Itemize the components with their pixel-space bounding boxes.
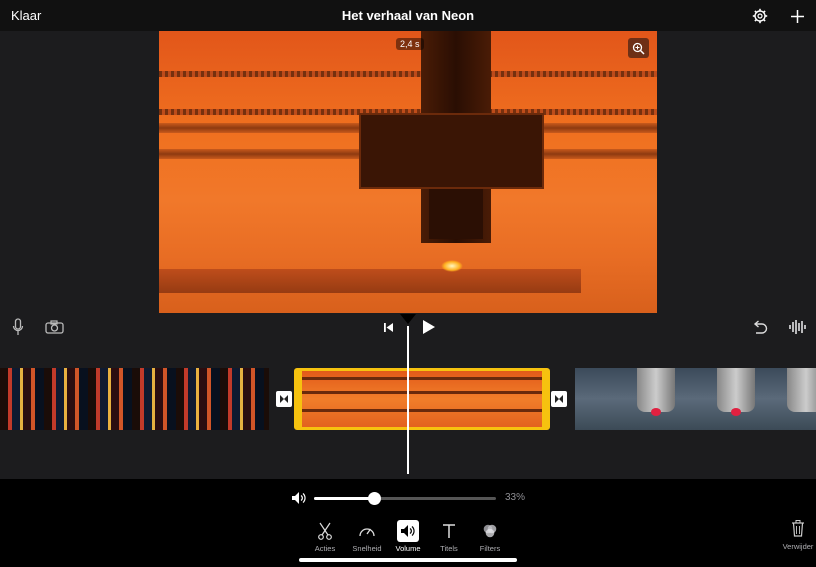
video-preview[interactable]: 2,4 s bbox=[159, 31, 657, 313]
transition-icon[interactable] bbox=[551, 391, 567, 407]
text-t-icon bbox=[427, 519, 471, 543]
volume-slider-knob[interactable] bbox=[368, 492, 382, 505]
volume-slider-fill bbox=[314, 497, 375, 500]
time-badge: 2,4 s bbox=[396, 38, 424, 50]
clip-thumbnail-detail bbox=[787, 368, 816, 412]
tool-label: Volume bbox=[395, 544, 421, 553]
project-title: Het verhaal van Neon bbox=[341, 8, 475, 23]
clip-thumbnail-detail bbox=[637, 368, 675, 412]
trash-icon bbox=[780, 519, 816, 542]
clip-thumbnail-detail bbox=[717, 368, 755, 412]
speaker-icon bbox=[289, 488, 309, 508]
volume-slider[interactable] bbox=[314, 492, 496, 505]
zoom-in-icon[interactable] bbox=[628, 38, 649, 58]
tool-speed[interactable]: Snelheid bbox=[345, 519, 389, 553]
speaker-icon bbox=[386, 519, 430, 543]
timeline-clip-neon-signs[interactable] bbox=[0, 368, 269, 430]
tool-label: Filters bbox=[479, 544, 501, 553]
clip-thumbnail-detail bbox=[731, 408, 741, 416]
play-icon[interactable] bbox=[419, 317, 439, 337]
preview-nozzle bbox=[429, 189, 483, 239]
video-viewer: 2,4 s bbox=[0, 31, 816, 313]
preview-carriage bbox=[359, 113, 544, 189]
volume-controls: 33% bbox=[0, 479, 816, 517]
microphone-icon[interactable] bbox=[8, 317, 28, 337]
clip-thumbnail-detail bbox=[302, 377, 542, 380]
plus-icon[interactable] bbox=[787, 6, 807, 26]
camera-icon[interactable] bbox=[43, 317, 65, 337]
filters-icon bbox=[468, 519, 512, 543]
preview-belt bbox=[159, 71, 657, 77]
speaker-icon-box bbox=[397, 520, 419, 542]
home-indicator[interactable] bbox=[299, 558, 517, 562]
top-bar: Klaar Het verhaal van Neon bbox=[0, 0, 816, 31]
delete-label: Verwijder bbox=[782, 542, 814, 551]
skip-to-start-icon[interactable] bbox=[378, 317, 398, 337]
delete-button[interactable]: Verwijder bbox=[780, 519, 816, 551]
tool-actions[interactable]: Acties bbox=[303, 519, 347, 553]
tool-volume[interactable]: Volume bbox=[386, 519, 430, 553]
tool-label: Titels bbox=[440, 544, 458, 553]
timeline-clip-laser-cutter[interactable] bbox=[294, 368, 550, 430]
speedometer-icon bbox=[345, 519, 389, 543]
clip-thumbnail-detail bbox=[302, 391, 542, 394]
tool-titles[interactable]: Titels bbox=[427, 519, 471, 553]
preview-bed bbox=[159, 269, 581, 293]
gear-icon[interactable] bbox=[750, 6, 770, 26]
volume-percentage: 33% bbox=[505, 492, 526, 503]
timeline-clip-laser-heads[interactable] bbox=[575, 368, 816, 430]
preview-spark bbox=[441, 260, 463, 272]
playhead-marker bbox=[400, 314, 416, 324]
undo-icon[interactable] bbox=[749, 317, 769, 337]
audio-waveform-icon[interactable] bbox=[787, 317, 807, 337]
clip-thumbnail-detail bbox=[302, 409, 542, 412]
playhead[interactable] bbox=[407, 326, 409, 474]
tool-label: Acties bbox=[314, 544, 336, 553]
tool-label: Snelheid bbox=[352, 544, 382, 553]
clip-thumbnail-detail bbox=[651, 408, 661, 416]
tool-filters[interactable]: Filters bbox=[468, 519, 512, 553]
scissors-icon bbox=[303, 519, 347, 543]
transition-icon[interactable] bbox=[276, 391, 292, 407]
